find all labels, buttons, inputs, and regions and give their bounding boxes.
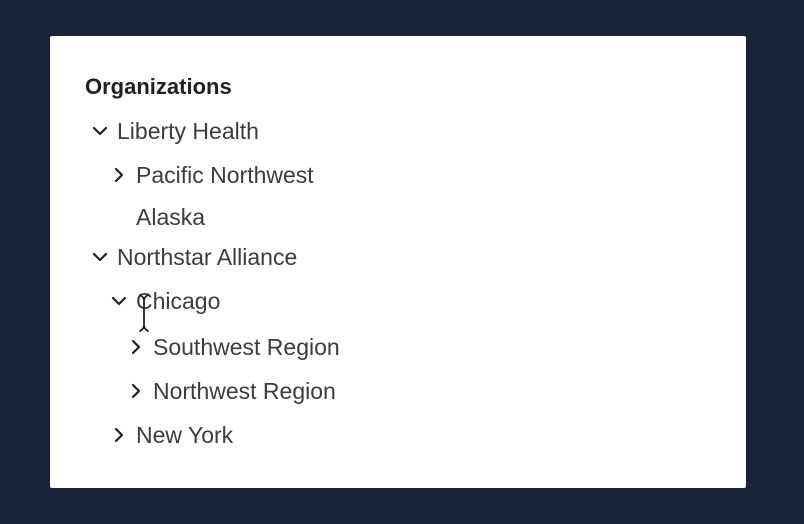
chevron-right-icon[interactable]	[128, 339, 144, 355]
chevron-down-icon[interactable]	[92, 123, 108, 139]
tree-node-new-york[interactable]: New York	[111, 420, 233, 450]
tree-node-southwest-region[interactable]: Southwest Region	[128, 332, 340, 362]
organizations-panel: Organizations Liberty Health Pacific Nor…	[50, 36, 746, 488]
chevron-right-icon[interactable]	[128, 383, 144, 399]
tree-node-label: Liberty Health	[117, 118, 259, 144]
chevron-down-icon[interactable]	[111, 293, 127, 309]
tree-node-label: Alaska	[136, 204, 206, 230]
tree-node-pacific-northwest[interactable]: Pacific Northwest	[111, 160, 314, 190]
tree-node-label: Northwest Region	[153, 378, 336, 404]
chevron-down-icon[interactable]	[92, 249, 108, 265]
tree-node-liberty-health[interactable]: Liberty Health	[92, 116, 259, 146]
leaf-spacer	[111, 209, 127, 225]
chevron-right-icon[interactable]	[111, 167, 127, 183]
tree-node-chicago[interactable]: Chicago	[111, 286, 220, 316]
tree-node-label: New York	[136, 422, 234, 448]
tree-node-northstar-alliance[interactable]: Northstar Alliance	[92, 242, 297, 272]
chevron-right-icon[interactable]	[111, 427, 127, 443]
tree-node-label: Pacific Northwest	[136, 162, 314, 188]
text-cursor-icon	[139, 294, 149, 332]
tree-node-label: Southwest Region	[153, 334, 340, 360]
tree-node-label: Northstar Alliance	[117, 244, 298, 270]
tree-node-alaska[interactable]: Alaska	[111, 202, 205, 232]
tree-title: Organizations	[85, 74, 232, 99]
tree-node-northwest-region[interactable]: Northwest Region	[128, 376, 336, 406]
